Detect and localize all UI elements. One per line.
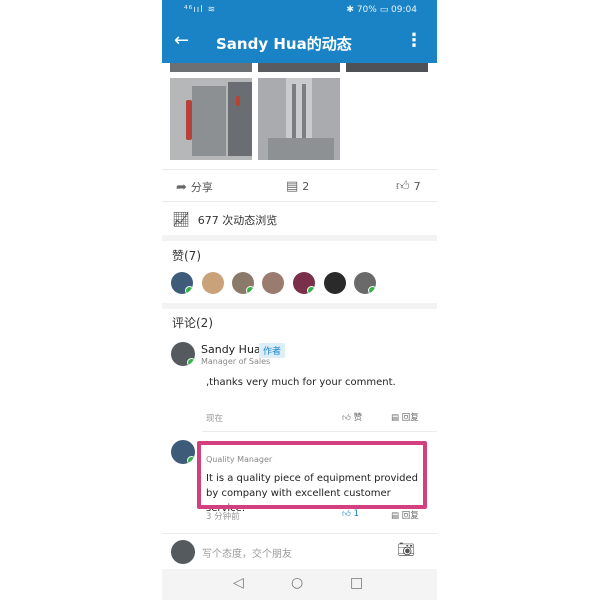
avatar[interactable] bbox=[324, 272, 346, 294]
avatar[interactable] bbox=[171, 272, 193, 294]
post-photo-3[interactable] bbox=[346, 63, 428, 72]
comment-count: 2 bbox=[302, 180, 310, 193]
view-count-row: 📈︎ 677 次动态浏览 bbox=[172, 212, 277, 228]
comment-time: 现在 bbox=[206, 414, 224, 424]
reply-button[interactable]: ▤ 回复 bbox=[391, 411, 419, 423]
recents-nav-icon[interactable]: □ bbox=[350, 575, 363, 591]
post-actions: ➦ 分享 ▤ 2 👍︎ 7 bbox=[162, 173, 437, 201]
avatar[interactable] bbox=[202, 272, 224, 294]
camera-icon[interactable]: 📷︎ bbox=[397, 542, 415, 558]
divider bbox=[162, 235, 437, 241]
commenter-name[interactable]: Sandy Hua bbox=[201, 343, 261, 356]
arrow-left-icon[interactable]: ← bbox=[174, 30, 189, 52]
avatar[interactable] bbox=[262, 272, 284, 294]
divider bbox=[162, 303, 437, 309]
more-vert-icon[interactable]: ⋮ bbox=[405, 30, 423, 51]
comment-input[interactable]: 写个态度，交个朋友 bbox=[202, 545, 292, 560]
avatar bbox=[171, 540, 195, 564]
system-nav-bar: ◁ ○ □ bbox=[162, 569, 437, 600]
commenter-role: Manager of Sales bbox=[201, 357, 271, 366]
status-right: ✱ 70% ▭ 09:04 bbox=[346, 5, 417, 15]
avatar[interactable] bbox=[232, 272, 254, 294]
comment-icon: ▤ bbox=[391, 511, 400, 521]
comments-title: 评论(2) bbox=[172, 316, 213, 330]
thumb-up-icon: 👍︎ bbox=[342, 413, 351, 423]
comment-input-bar: 写个态度，交个朋友 📷︎ bbox=[162, 533, 437, 570]
comment-icon: ▤ bbox=[286, 179, 299, 194]
divider bbox=[162, 201, 437, 202]
trend-chart-icon: 📈︎ bbox=[172, 212, 190, 228]
avatar[interactable] bbox=[354, 272, 376, 294]
signal-icon: ⁴⁶ııl ≋ bbox=[184, 5, 217, 15]
post-photo-2[interactable] bbox=[258, 63, 340, 72]
reply-button[interactable]: ▤ 回复 bbox=[391, 509, 419, 521]
page-title: Sandy Hua的动态 bbox=[216, 35, 352, 53]
post-photo-1[interactable] bbox=[170, 63, 252, 72]
divider bbox=[162, 169, 437, 170]
comment-text: ,thanks very much for your comment. bbox=[206, 377, 396, 388]
post-photo-4[interactable] bbox=[170, 78, 252, 160]
like-comment-button[interactable]: 👍︎ 赞 bbox=[342, 411, 362, 423]
highlight-box bbox=[197, 441, 427, 509]
share-icon: ➦ bbox=[176, 179, 187, 195]
avatar[interactable] bbox=[171, 342, 195, 366]
back-nav-icon[interactable]: ◁ bbox=[233, 575, 244, 591]
thumb-up-icon: 👍︎ bbox=[396, 179, 410, 194]
like-comment-button[interactable]: 👍︎ 1 bbox=[342, 509, 359, 519]
home-nav-icon[interactable]: ○ bbox=[291, 575, 303, 591]
share-button[interactable]: ➦ 分享 bbox=[176, 179, 213, 195]
status-bar: ⁴⁶ııl ≋ ✱ 70% ▭ 09:04 bbox=[162, 0, 437, 22]
post-photo-5[interactable] bbox=[258, 78, 340, 160]
phone-screen: ⁴⁶ııl ≋ ✱ 70% ▭ 09:04 ← Sandy Hua的动态 ⋮ ➦… bbox=[162, 0, 437, 600]
divider bbox=[202, 431, 437, 432]
like-button[interactable]: 👍︎ 7 bbox=[396, 179, 421, 194]
avatar[interactable] bbox=[293, 272, 315, 294]
view-count: 677 次动态浏览 bbox=[197, 214, 278, 227]
comment-time: 3 分钟前 bbox=[206, 512, 240, 522]
share-label: 分享 bbox=[190, 181, 213, 194]
comment-button[interactable]: ▤ 2 bbox=[286, 179, 309, 194]
comment-icon: ▤ bbox=[391, 413, 400, 423]
avatar[interactable] bbox=[171, 440, 195, 464]
likes-title: 赞(7) bbox=[172, 249, 201, 263]
app-bar: ← Sandy Hua的动态 ⋮ bbox=[162, 22, 437, 63]
like-count: 7 bbox=[413, 180, 421, 193]
author-tag: 作者 bbox=[259, 343, 286, 358]
thumb-up-icon: 👍︎ bbox=[342, 509, 351, 519]
